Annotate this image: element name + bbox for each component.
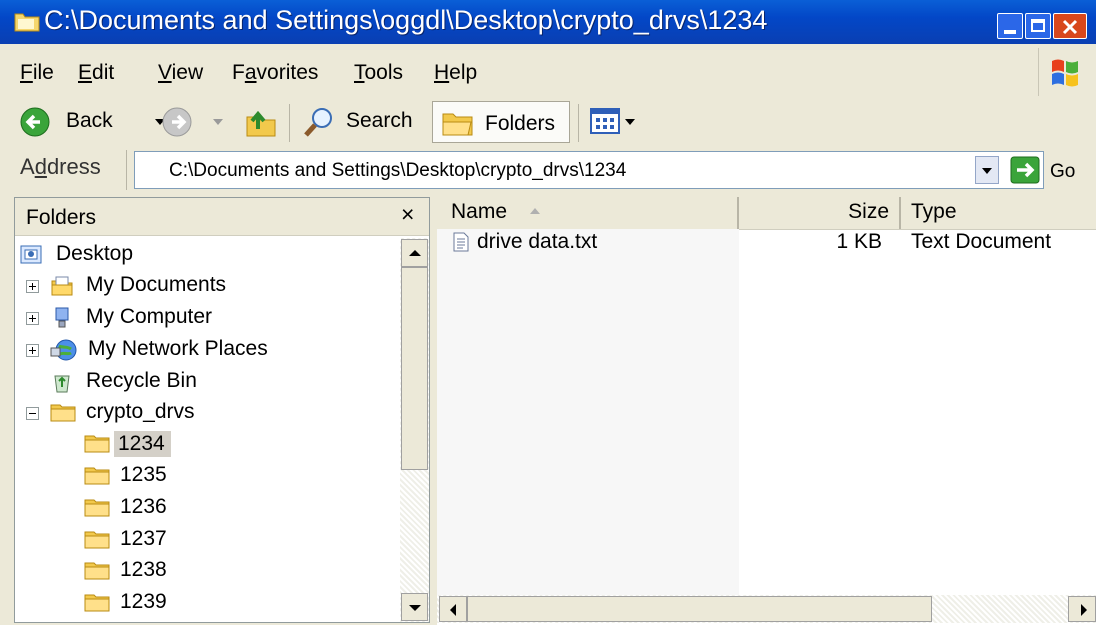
file-type: Text Document bbox=[911, 230, 1052, 253]
tree-item-label: 1239 bbox=[120, 590, 167, 613]
folder-icon bbox=[84, 560, 110, 585]
column-name-label: Name bbox=[451, 200, 508, 223]
folder-icon bbox=[84, 497, 110, 522]
column-name-header[interactable]: Name bbox=[437, 197, 737, 229]
expand-icon[interactable] bbox=[26, 312, 39, 325]
window-title: C:\Documents and Settings\oggdl\Desktop\… bbox=[44, 5, 768, 35]
scroll-down-button[interactable] bbox=[401, 593, 428, 621]
maximize-button[interactable] bbox=[1025, 13, 1051, 39]
folders-button[interactable]: Folders bbox=[432, 101, 570, 143]
search-button[interactable]: Search bbox=[300, 104, 424, 140]
minimize-button[interactable] bbox=[997, 13, 1023, 39]
menu-edit[interactable]: Edit bbox=[78, 61, 114, 85]
expand-icon[interactable] bbox=[26, 280, 39, 293]
file-size: 1 KB bbox=[836, 230, 882, 253]
close-icon bbox=[1062, 19, 1078, 35]
folders-pane-header: Folders × bbox=[15, 198, 429, 236]
tree-item-label: My Documents bbox=[86, 273, 227, 296]
menu-favorites[interactable]: Favorites bbox=[232, 61, 318, 85]
tree-item-label: 1238 bbox=[120, 558, 167, 581]
scroll-left-icon bbox=[450, 604, 456, 616]
scroll-right-button[interactable] bbox=[1068, 596, 1096, 622]
scroll-up-icon bbox=[409, 250, 421, 256]
chevron-down-icon bbox=[982, 168, 992, 174]
tree-item-label: My Computer bbox=[86, 305, 213, 328]
maximize-icon bbox=[1031, 19, 1045, 32]
tree-item-label: 1235 bbox=[120, 463, 167, 486]
back-label: Back bbox=[66, 109, 113, 132]
folder-icon bbox=[84, 433, 110, 458]
back-arrow-icon bbox=[20, 107, 50, 137]
close-button[interactable] bbox=[1053, 13, 1087, 39]
views-button[interactable] bbox=[588, 106, 648, 138]
my-documents-icon bbox=[50, 275, 74, 302]
menu-help[interactable]: Help bbox=[434, 61, 477, 85]
tree-item-label: 1236 bbox=[120, 495, 167, 518]
column-size-header[interactable]: Size bbox=[739, 197, 899, 229]
tree-item-label: 1237 bbox=[120, 527, 167, 550]
folder-icon bbox=[84, 465, 110, 490]
scroll-right-icon bbox=[1081, 604, 1087, 616]
back-button[interactable]: Back bbox=[20, 104, 165, 140]
search-label: Search bbox=[346, 109, 413, 132]
toolbar-separator bbox=[289, 104, 290, 142]
column-type-header[interactable]: Type bbox=[901, 197, 1096, 229]
folder-icon bbox=[84, 592, 110, 617]
views-icon bbox=[590, 108, 620, 134]
go-button[interactable]: Go bbox=[1010, 154, 1090, 186]
column-type-label: Type bbox=[911, 200, 957, 223]
chevron-down-icon bbox=[625, 119, 635, 125]
text-file-icon bbox=[453, 232, 469, 252]
chevron-down-icon[interactable] bbox=[212, 118, 224, 126]
folder-icon bbox=[14, 13, 40, 32]
file-row[interactable]: drive data.txt 1 KB Text Document bbox=[437, 229, 1096, 255]
tree-scroll-thumb[interactable] bbox=[401, 267, 428, 470]
forward-button[interactable] bbox=[162, 104, 232, 140]
tree-item-label: Desktop bbox=[56, 242, 134, 265]
sorted-column-highlight bbox=[437, 229, 739, 595]
tree-item-label: 1234 bbox=[114, 431, 171, 457]
menu-tools[interactable]: Tools bbox=[354, 61, 403, 85]
network-places-icon bbox=[50, 339, 78, 366]
go-label: Go bbox=[1050, 161, 1076, 182]
up-folder-icon[interactable] bbox=[244, 105, 278, 139]
collapse-icon[interactable] bbox=[26, 407, 39, 420]
windows-logo-icon bbox=[1052, 59, 1078, 87]
address-input[interactable]: C:\Documents and Settings\Desktop\crypto… bbox=[134, 151, 1044, 189]
tree-item-label: My Network Places bbox=[88, 337, 268, 360]
folders-label: Folders bbox=[485, 112, 556, 135]
go-arrow-icon bbox=[1010, 156, 1040, 184]
address-dropdown-button[interactable] bbox=[975, 156, 999, 184]
folders-pane-title: Folders bbox=[26, 206, 97, 229]
address-value: C:\Documents and Settings\Desktop\crypto… bbox=[169, 160, 627, 181]
sort-ascending-icon bbox=[530, 208, 540, 214]
h-scroll-thumb[interactable] bbox=[467, 596, 932, 622]
folder-icon bbox=[50, 402, 76, 427]
desktop-icon bbox=[20, 244, 44, 271]
tree-item-label: Recycle Bin bbox=[86, 369, 197, 392]
scroll-up-button[interactable] bbox=[401, 239, 428, 267]
scroll-down-icon bbox=[409, 605, 421, 611]
address-separator bbox=[126, 150, 127, 190]
scroll-left-button[interactable] bbox=[439, 596, 467, 622]
file-name: drive data.txt bbox=[477, 230, 598, 253]
toolbar-separator bbox=[578, 104, 579, 142]
menu-view[interactable]: View bbox=[158, 61, 203, 85]
tree-item-label: crypto_drvs bbox=[86, 400, 195, 423]
menu-separator bbox=[1038, 48, 1039, 96]
expand-icon[interactable] bbox=[26, 344, 39, 357]
forward-arrow-icon bbox=[162, 107, 192, 137]
my-computer-icon bbox=[50, 307, 74, 334]
close-pane-icon[interactable]: × bbox=[401, 201, 414, 228]
folders-icon bbox=[442, 113, 473, 136]
column-size-label: Size bbox=[848, 200, 889, 223]
search-icon bbox=[304, 108, 332, 137]
minimize-icon bbox=[1004, 30, 1016, 34]
recycle-bin-icon bbox=[50, 371, 74, 398]
address-label: Address bbox=[20, 154, 101, 179]
menu-file[interactable]: File bbox=[20, 61, 54, 85]
folder-icon bbox=[84, 529, 110, 554]
